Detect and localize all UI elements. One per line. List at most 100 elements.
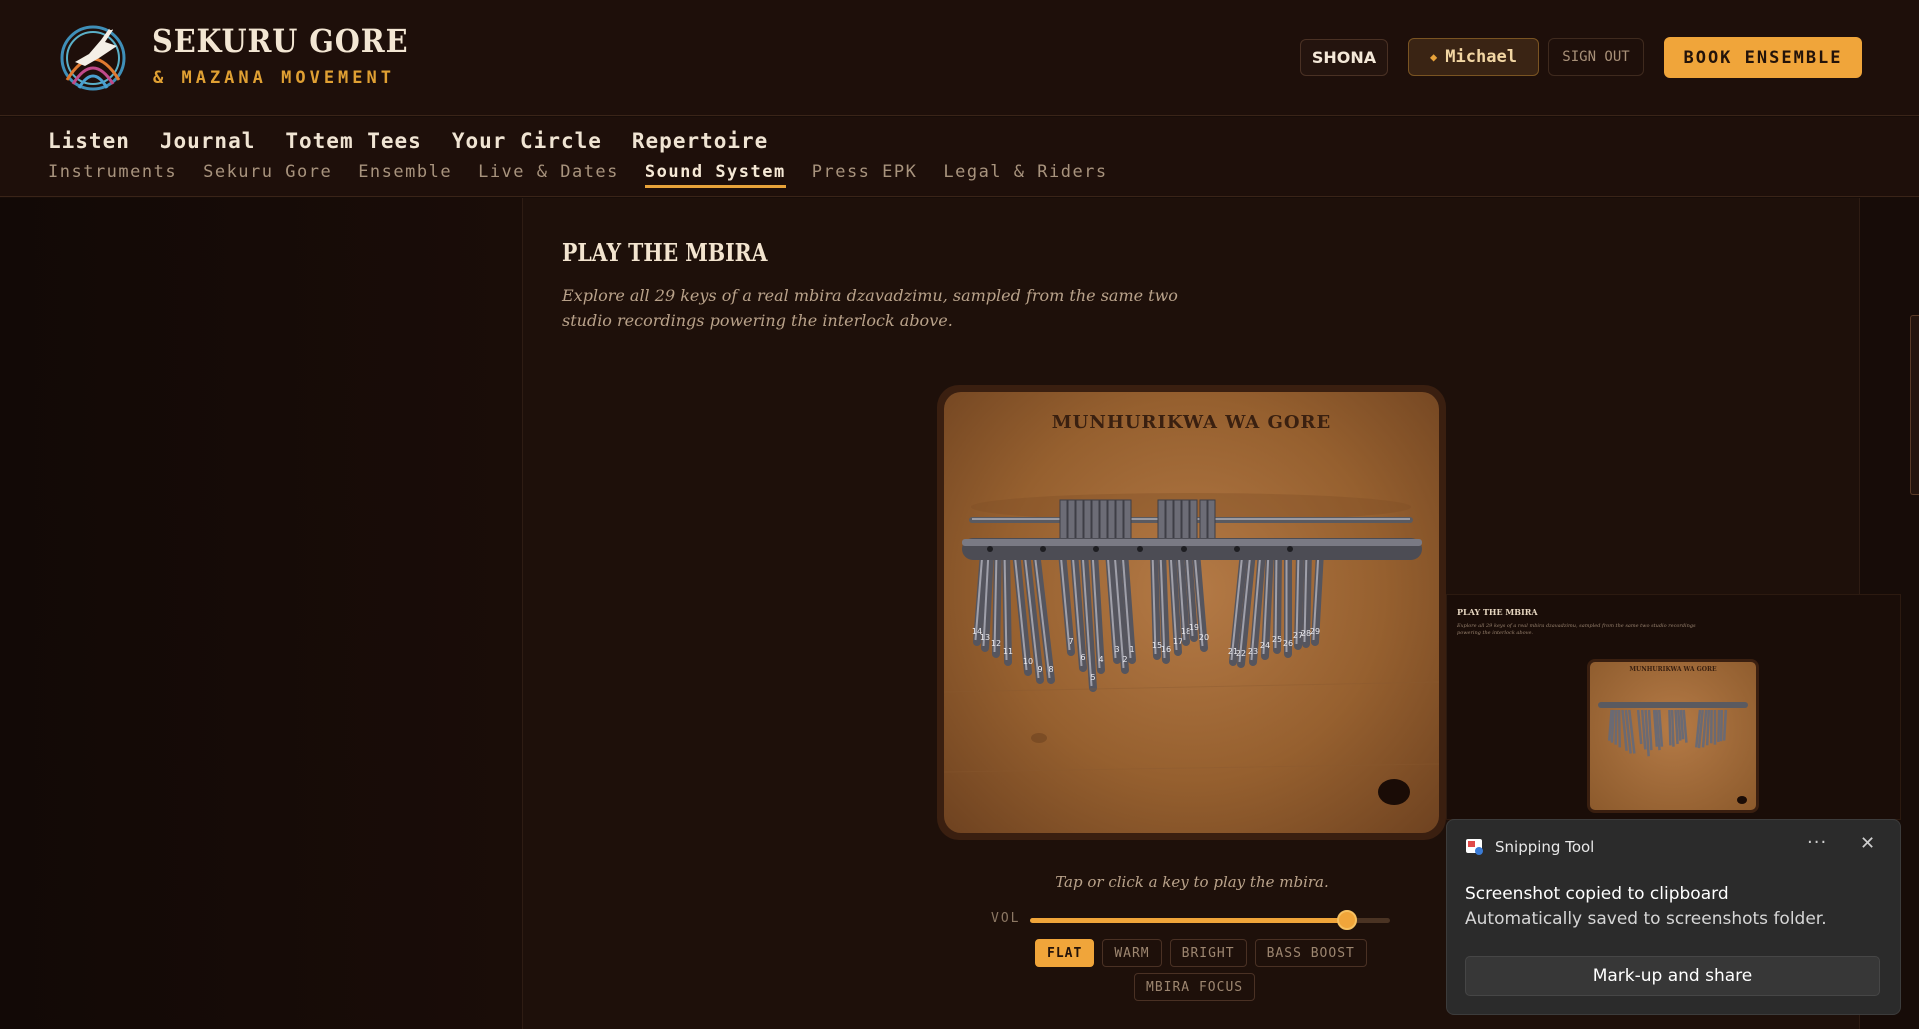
preview-mbira-key [1705,709,1711,746]
more-options-icon[interactable]: ··· [1807,832,1827,853]
mbira-key-label: 8 [1048,665,1053,674]
mbira-board: MUNHURIKWA WA GORE 14 13 12 11 10 9 8 7 6 5 4 3 2 1 15… [937,385,1446,840]
preview-mbira-key [1670,709,1675,747]
volume-slider-track[interactable] [1030,918,1390,923]
mbira-key-label: 23 [1248,647,1258,656]
preview-mbira-key [1674,709,1679,745]
preview-mbira-key [1668,709,1672,746]
secondary-nav: Instruments Sekuru Gore Ensemble Live & … [48,162,1108,188]
section-description: Explore all 29 keys of a real mbira dzav… [562,286,1178,330]
subnav-ensemble[interactable]: Ensemble [358,162,452,188]
subnav-sound-system[interactable]: Sound System [644,162,786,188]
snipping-tool-notification: Snipping Tool ··· ✕ Screenshot copied to… [1446,819,1901,1015]
preview-mbira-key [1679,709,1685,740]
volume-label: VOL [991,911,1021,926]
preview-mbira-key [1717,709,1721,742]
preview-mbira-key [1701,709,1708,748]
mbira-keys-graphic: 14131211109 87654321 1516171819202122 23242… [944,493,1439,805]
mbira-soundboard: MUNHURIKWA WA GORE 14 13 12 11 10 9 8 7 6 5 4 3 2 1 15… [944,392,1439,833]
preview-mbira-key [1614,709,1618,745]
bridge-bolt [1040,546,1046,552]
language-toggle-button[interactable]: SHONA [1300,39,1388,76]
toast-message: Screenshot copied to clipboard [1465,884,1729,904]
bridge-bolt [1137,546,1143,552]
preview-mbira-key [1636,709,1643,745]
preview-mbira-key [1610,709,1615,743]
section-title: PLAY THE MBIRA [562,238,768,267]
screenshot-preview-thumbnail[interactable]: PLAY THE MBIRA Explore all 29 keys of a … [1446,594,1901,820]
mbira-key-label: 13 [980,633,990,642]
bridge-bolt [1234,546,1240,552]
site-header: SEKURU GORE & MAZANA MOVEMENT SHONA ◆ Mi… [0,0,1919,116]
mbira-key-label: 5 [1090,673,1095,682]
mbira-key-label: 17 [1173,637,1183,646]
book-ensemble-button[interactable]: BOOK ENSEMBLE [1664,37,1862,78]
subnav-legal-riders[interactable]: Legal & Riders [943,162,1107,188]
user-account-button[interactable]: ◆ Michael [1408,38,1539,76]
mbira-key-label: 22 [1236,649,1246,658]
close-icon[interactable]: ✕ [1860,833,1875,854]
mbira-key-label: 2 [1122,655,1127,664]
mbira-key-label: 1 [1129,645,1134,654]
preview-mbira-key [1676,709,1682,741]
primary-nav: Listen Journal Totem Tees Your Circle Re… [48,129,768,153]
eq-mbira-focus-button[interactable]: MBIRA FOCUS [1134,973,1256,1001]
nav-listen[interactable]: Listen [48,129,130,153]
eq-bass-boost-button[interactable]: BASS BOOST [1254,939,1367,967]
brand-title[interactable]: SEKURU GORE [152,22,408,60]
bridge-bolt [987,546,993,552]
mbira-key-4[interactable] [1090,548,1105,674]
snipping-tool-icon [1466,839,1483,855]
bridge-bolt [1287,546,1293,552]
subnav-instruments[interactable]: Instruments [48,162,177,188]
mbira-key-label: 9 [1037,665,1042,674]
bridge-bolt [1181,546,1187,552]
eq-flat-button[interactable]: FLAT [1035,939,1095,967]
brand-subtitle: & MAZANA MOVEMENT [153,68,395,88]
subnav-live-dates[interactable]: Live & Dates [478,162,619,188]
preview-mbira-key [1617,709,1622,748]
mbira-key-label: 12 [991,639,1001,648]
nav-journal[interactable]: Journal [160,129,256,153]
mbira-key-label: 10 [1023,657,1033,666]
nav-your-circle[interactable]: Your Circle [452,129,602,153]
mbira-key-label: 3 [1114,645,1119,654]
toast-submessage: Automatically saved to screenshots folde… [1465,909,1827,929]
volume-slider-thumb[interactable] [1336,910,1357,930]
nav-totem-tees[interactable]: Totem Tees [285,129,421,153]
crane-logo-icon[interactable] [55,18,131,94]
mbira-key-label: 29 [1310,627,1320,636]
eq-preset-row-1: FLAT WARM BRIGHT BASS BOOST [1035,939,1367,967]
scrollbar-thumb[interactable] [1910,315,1919,495]
subnav-press-epk[interactable]: Press EPK [812,162,918,188]
eq-preset-row-2: MBIRA FOCUS [1134,973,1256,1001]
mark-up-and-share-button[interactable]: Mark-up and share [1465,956,1880,996]
mbira-key-label: 11 [1003,647,1013,656]
toast-app-name: Snipping Tool [1495,838,1595,856]
preview-mbira-key [1647,709,1653,751]
mbira-key-label: 19 [1189,623,1199,632]
subnav-sekuru-gore[interactable]: Sekuru Gore [203,162,332,188]
mbira-key-label: 4 [1098,655,1103,664]
mbira-key-label: 26 [1283,639,1293,648]
user-name: Michael [1445,47,1517,67]
eq-bright-button[interactable]: BRIGHT [1169,939,1247,967]
main-navigation: Listen Journal Totem Tees Your Circle Re… [0,117,1919,197]
mbira-hint: Tap or click a key to play the mbira. [1055,873,1329,891]
eq-warm-button[interactable]: WARM [1102,939,1162,967]
preview-mbira-key [1722,709,1728,741]
preview-description: Explore all 29 keys of a real mbira dzav… [1457,623,1696,636]
diamond-icon: ◆ [1430,50,1438,64]
preview-title: PLAY THE MBIRA [1457,607,1538,617]
mbira-key-label: 6 [1080,653,1085,662]
mbira-key-label: 16 [1161,645,1171,654]
mbira-key-highlight [1274,551,1278,649]
mbira-key-label: 7 [1068,637,1073,646]
preview-mbira-board: MUNHURIKWA WA GORE [1587,659,1759,813]
nav-repertoire[interactable]: Repertoire [632,129,768,153]
mbira-key-label: 25 [1272,635,1282,644]
mbira-key-label: 20 [1199,633,1209,642]
volume-slider-fill [1030,918,1347,923]
preview-mbira-key [1719,709,1724,742]
sign-out-button[interactable]: SIGN OUT [1548,38,1644,76]
